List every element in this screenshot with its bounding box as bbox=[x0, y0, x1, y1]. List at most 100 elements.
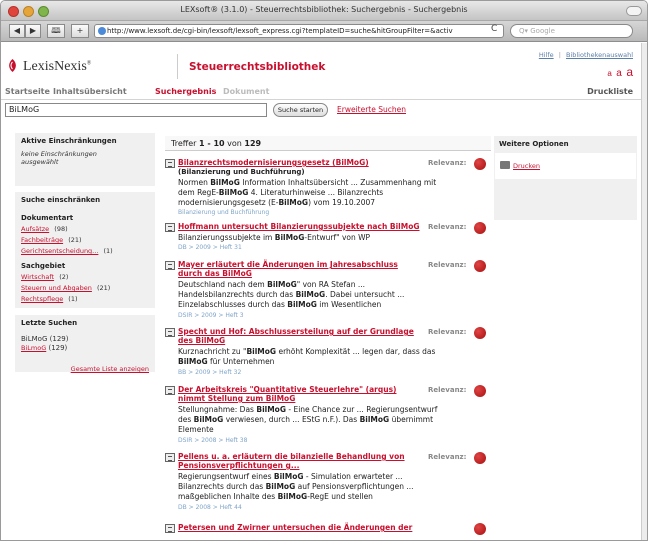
recent-searches-title: Letzte Suchen bbox=[21, 319, 78, 327]
printer-icon bbox=[500, 161, 510, 169]
book-icon bbox=[165, 524, 175, 533]
result-snippet: Regierungsentwurf eines BilMoG - Simulat… bbox=[178, 472, 414, 501]
nav-dokument: Dokument bbox=[223, 87, 270, 96]
relevance-indicator-icon bbox=[474, 222, 486, 234]
nav-suchergebnis[interactable]: Suchergebnis bbox=[155, 87, 216, 96]
reload-icon[interactable]: C bbox=[491, 24, 497, 34]
bookmarks-button[interactable]: 🕮 bbox=[47, 24, 65, 38]
recent-search-bilmog-link[interactable]: BiLmoG bbox=[21, 344, 46, 352]
active-filters-panel: Aktive Einschränkungen keine Einschränku… bbox=[15, 133, 155, 186]
search-start-button[interactable]: Suche starten bbox=[273, 103, 328, 117]
more-options-panel: Weitere Optionen Drucken bbox=[494, 136, 637, 220]
list-item: Rechtspflege (1) bbox=[21, 292, 149, 303]
dokumentart-label: Dokumentart bbox=[21, 214, 74, 222]
filter-count: (1) bbox=[103, 247, 113, 255]
query-input[interactable]: BiLMoG bbox=[5, 103, 267, 117]
nav-startseite[interactable]: Startseite bbox=[5, 87, 50, 96]
result-title[interactable]: Specht und Hof: Abschlussersteilung auf … bbox=[178, 327, 423, 345]
font-medium-button[interactable]: a bbox=[616, 68, 622, 79]
vertical-scrollbar[interactable] bbox=[641, 43, 647, 540]
result-snippet: Normen BilMoG Information Inhaltsübersic… bbox=[178, 178, 437, 207]
title-bar: LEXsoft® (3.1.0) - Steuerrechtsbibliothe… bbox=[1, 1, 647, 21]
filter-count: (21) bbox=[68, 236, 82, 244]
recent-count: (129) bbox=[48, 344, 68, 352]
filter-count: (21) bbox=[97, 284, 111, 292]
result-title[interactable]: Mayer erläutert die Änderungen im Jahres… bbox=[178, 260, 423, 278]
sachgebiet-label: Sachgebiet bbox=[21, 262, 66, 270]
result-snippet: Bilanzierungssubjekte im BilMoG-Entwurf"… bbox=[178, 233, 371, 242]
forward-button[interactable]: ▶ bbox=[25, 24, 41, 38]
list-item: Fachbeiträge (21) bbox=[21, 233, 149, 244]
result-snippet: Stellungnahme: Das BilMoG - Eine Chance … bbox=[178, 405, 438, 434]
main-nav: Startseite Inhaltsübersicht Suchergebnis… bbox=[1, 85, 641, 100]
result-title[interactable]: Petersen und Zwirner untersuchen die Änd… bbox=[178, 523, 438, 532]
advanced-search-link[interactable]: Erweiterte Suchen bbox=[337, 105, 406, 114]
print-link[interactable]: Drucken bbox=[513, 162, 540, 170]
address-bar[interactable]: http://www.lexsoft.de/cgi-bin/lexsoft/le… bbox=[94, 24, 504, 38]
browser-search-field[interactable]: Q▾ Google bbox=[510, 24, 633, 38]
recent-searches-panel: Letzte Suchen BiLMoG (129) BiLmoG (129) … bbox=[15, 315, 155, 373]
library-select-link[interactable]: Bibliothekenauswahl bbox=[566, 51, 633, 59]
list-item: BiLmoG (129) bbox=[21, 344, 149, 353]
show-all-link[interactable]: Gesamte Liste anzeigen bbox=[71, 365, 149, 373]
book-icon bbox=[165, 261, 175, 270]
header-link-separator: | bbox=[558, 51, 561, 59]
result-source: DSIR > 2008 > Heft 38 bbox=[178, 437, 248, 444]
relevance-label: Relevanz: bbox=[428, 159, 467, 167]
relevance-label: Relevanz: bbox=[428, 386, 467, 394]
result-title[interactable]: Pellens u. a. erläutern die bilanzielle … bbox=[178, 452, 423, 470]
library-title: Steuerrechtsbibliothek bbox=[189, 61, 326, 73]
nav-inhaltsuebersicht[interactable]: Inhaltsübersicht bbox=[53, 87, 127, 96]
hit-label: Treffer bbox=[171, 139, 197, 148]
font-small-button[interactable]: a bbox=[607, 69, 611, 78]
nav-druckliste[interactable]: Druckliste bbox=[587, 87, 633, 96]
active-filters-title: Aktive Einschränkungen bbox=[21, 137, 117, 145]
lexisnexis-logo-icon bbox=[9, 59, 16, 72]
back-button[interactable]: ◀ bbox=[9, 24, 25, 38]
more-options-body: Drucken bbox=[495, 153, 636, 179]
site-header: LexisNexis® Steuerrechtsbibliothek Hilfe… bbox=[1, 43, 641, 85]
relevance-indicator-icon bbox=[474, 523, 486, 535]
result-snippet: Kurznachricht zu "BilMoG erhöht Komplexi… bbox=[178, 347, 436, 366]
refine-search-panel: Suche einschränken Dokumentart Aufsätze … bbox=[15, 192, 155, 308]
list-item: Gerichtsentscheidung... (1) bbox=[21, 244, 149, 255]
relevance-indicator-icon bbox=[474, 158, 486, 170]
search-bar: BiLMoG Suche starten Erweiterte Suchen bbox=[1, 101, 641, 119]
header-divider bbox=[177, 54, 178, 79]
filter-fachbeitraege-link[interactable]: Fachbeiträge bbox=[21, 236, 63, 244]
recent-search-bilmog[interactable]: BiLMoG bbox=[21, 335, 47, 343]
recent-count: (129) bbox=[49, 335, 69, 343]
help-link[interactable]: Hilfe bbox=[539, 51, 554, 59]
results-list: Treffer 1 - 10 von 129 Bilanzrechtsmoder… bbox=[165, 136, 491, 540]
book-icon bbox=[165, 159, 175, 168]
hit-count: Treffer 1 - 10 von 129 bbox=[171, 139, 261, 148]
logo-text[interactable]: LexisNexis® bbox=[23, 59, 91, 75]
relevance-label: Relevanz: bbox=[428, 453, 467, 461]
more-options-title: Weitere Optionen bbox=[499, 140, 569, 148]
filter-aufsaetze-link[interactable]: Aufsätze bbox=[21, 225, 49, 233]
active-filters-text: keine Einschränkungen ausgewählt bbox=[21, 150, 97, 166]
relevance-label: Relevanz: bbox=[428, 328, 467, 336]
result-source: DSIR > 2009 > Heft 3 bbox=[178, 312, 244, 319]
hit-range: 1 - 10 bbox=[199, 139, 225, 148]
filter-count: (1) bbox=[68, 295, 78, 303]
refine-search-title: Suche einschränken bbox=[21, 196, 101, 204]
result-title[interactable]: Bilanzrechtsmodernisierungsgesetz (BilMo… bbox=[178, 158, 423, 167]
filter-wirtschaft-link[interactable]: Wirtschaft bbox=[21, 273, 54, 281]
relevance-indicator-icon bbox=[474, 452, 486, 464]
result-title[interactable]: Der Arbeitskreis "Quantitative Steuerleh… bbox=[178, 385, 423, 403]
relevance-indicator-icon bbox=[474, 327, 486, 339]
browser-toolbar: ◀ ▶ 🕮 + http://www.lexsoft.de/cgi-bin/le… bbox=[1, 21, 647, 42]
url-text: http://www.lexsoft.de/cgi-bin/lexsoft/le… bbox=[107, 27, 453, 35]
filter-steuern-link[interactable]: Steuern und Abgaben bbox=[21, 284, 92, 292]
result-source: BB > 2009 > Heft 32 bbox=[178, 369, 242, 376]
filter-gerichtsentscheidung-link[interactable]: Gerichtsentscheidung... bbox=[21, 247, 98, 255]
add-bookmark-button[interactable]: + bbox=[71, 24, 89, 38]
result-subtitle: (Bilanzierung und Buchführung) bbox=[178, 168, 305, 176]
filter-rechtspflege-link[interactable]: Rechtspflege bbox=[21, 295, 63, 303]
font-large-button[interactable]: a bbox=[626, 65, 633, 79]
toolbar-toggle-button[interactable] bbox=[626, 6, 642, 16]
result-title[interactable]: Hoffmann untersucht Bilanzierungssubjekt… bbox=[178, 222, 423, 231]
results-header: Treffer 1 - 10 von 129 bbox=[165, 136, 491, 151]
header-links: Hilfe | Bibliothekenauswahl bbox=[539, 51, 633, 59]
